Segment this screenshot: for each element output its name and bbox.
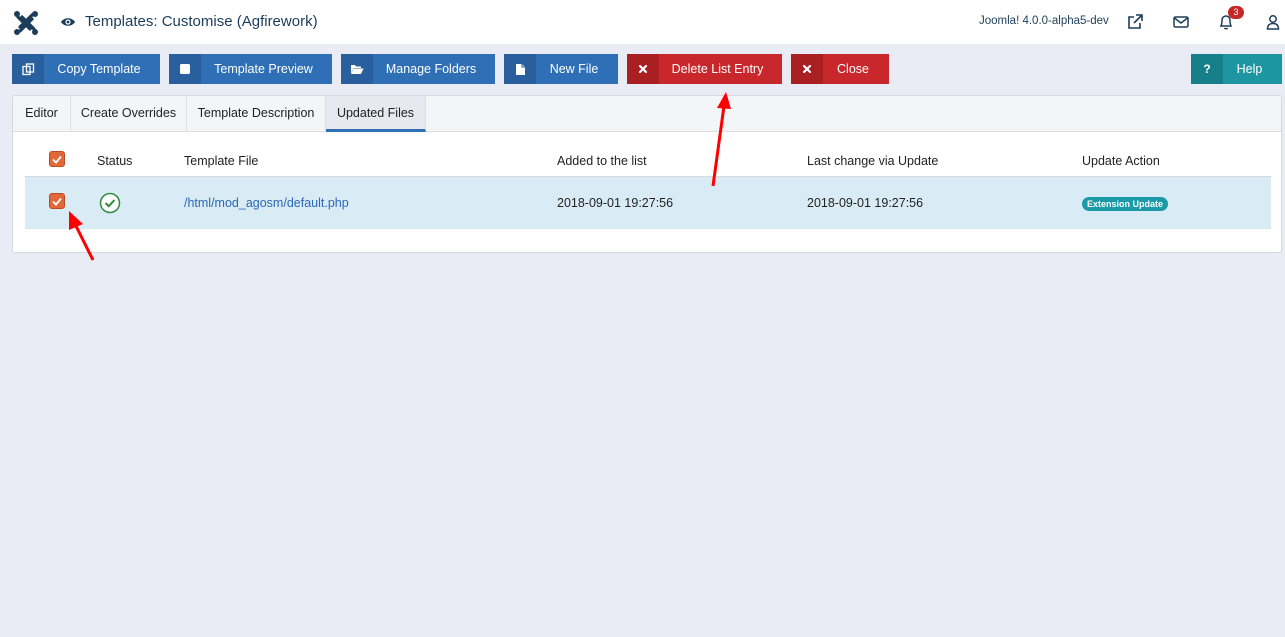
copy-icon: [12, 54, 44, 84]
tab-updated-files[interactable]: Updated Files: [326, 96, 426, 132]
template-preview-label: Template Preview: [214, 62, 313, 76]
template-preview-button[interactable]: Template Preview: [169, 54, 332, 84]
tab-create-overrides[interactable]: Create Overrides: [71, 96, 187, 132]
delete-list-entry-label: Delete List Entry: [671, 62, 764, 76]
checkmark-icon: [52, 197, 62, 206]
top-header: Templates: Customise (Agfirework) Joomla…: [0, 0, 1285, 44]
question-icon: ?: [1191, 54, 1223, 84]
notification-count-badge: 3: [1228, 6, 1244, 19]
status-header: Status: [97, 154, 133, 168]
tab-template-description[interactable]: Template Description: [187, 96, 326, 132]
folder-open-icon: [341, 54, 373, 84]
external-link-icon[interactable]: [1126, 13, 1144, 31]
user-icon[interactable]: [1264, 13, 1282, 31]
checkmark-icon: [52, 155, 62, 164]
select-all-checkbox[interactable]: [49, 151, 65, 167]
template-panel: Editor Create Overrides Template Descrip…: [12, 95, 1282, 253]
file-icon: [504, 54, 536, 84]
close-label: Close: [837, 62, 869, 76]
status-ok-icon: [99, 192, 121, 214]
eye-icon: [61, 18, 75, 26]
row-checkbox[interactable]: [49, 193, 65, 209]
copy-template-button[interactable]: Copy Template: [12, 54, 160, 84]
page-title: Templates: Customise (Agfirework): [85, 13, 318, 30]
joomla-logo-icon[interactable]: [12, 9, 40, 37]
table-row[interactable]: /html/mod_agosm/default.php 2018-09-01 1…: [25, 177, 1271, 229]
table-header: Status Template File Added to the list L…: [25, 145, 1271, 177]
new-file-button[interactable]: New File: [504, 54, 618, 84]
new-file-label: New File: [549, 62, 599, 76]
tab-bar: Editor Create Overrides Template Descrip…: [13, 96, 1281, 132]
help-label: Help: [1236, 62, 1263, 76]
update-action-header: Update Action: [1082, 154, 1160, 168]
manage-folders-label: Manage Folders: [385, 62, 477, 76]
tab-editor[interactable]: Editor: [13, 96, 71, 132]
close-button[interactable]: Close: [791, 54, 889, 84]
copy-template-label: Copy Template: [57, 62, 141, 76]
close-icon: [791, 54, 823, 84]
added-header: Added to the list: [557, 154, 647, 168]
version-label[interactable]: Joomla! 4.0.0-alpha5-dev: [979, 15, 1109, 27]
square-icon: [169, 54, 201, 84]
help-button[interactable]: ? Help: [1191, 54, 1282, 84]
template-file-link[interactable]: /html/mod_agosm/default.php: [184, 196, 349, 210]
close-icon: [627, 54, 659, 84]
update-action-badge: Extension Update: [1082, 197, 1169, 211]
manage-folders-button[interactable]: Manage Folders: [341, 54, 495, 84]
last-change-date: 2018-09-01 19:27:56: [807, 196, 924, 210]
added-date: 2018-09-01 19:27:56: [557, 196, 674, 210]
envelope-icon[interactable]: [1172, 13, 1190, 31]
last-change-header: Last change via Update: [807, 154, 939, 168]
template-file-header: Template File: [184, 154, 259, 168]
delete-list-entry-button[interactable]: Delete List Entry: [627, 54, 782, 84]
